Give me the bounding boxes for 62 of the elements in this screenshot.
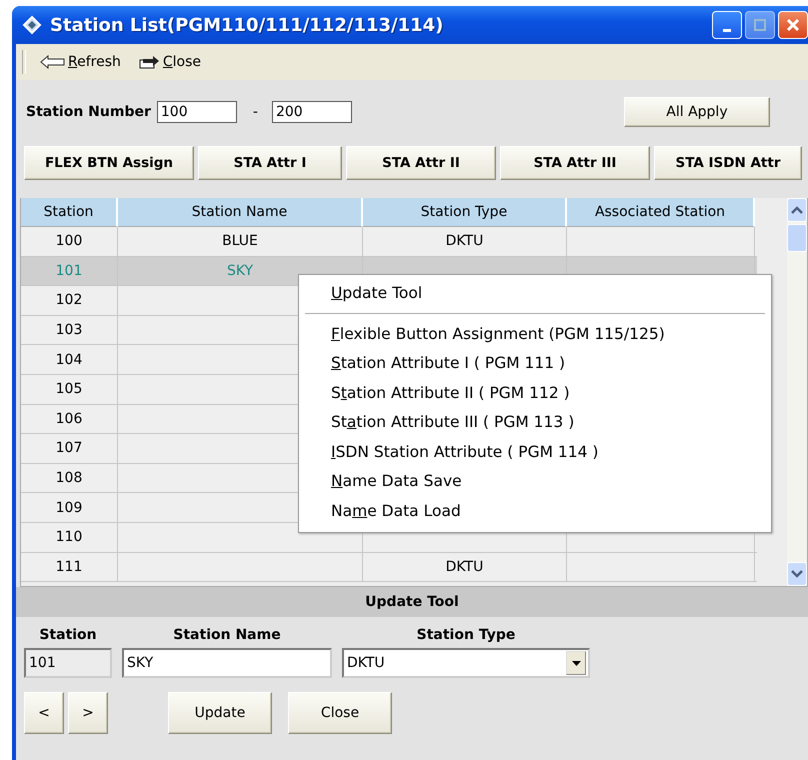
station-label: Station: [39, 627, 97, 643]
menu-item[interactable]: Station Attribute III ( PGM 113 ): [299, 408, 771, 438]
all-apply-button[interactable]: All Apply: [624, 97, 770, 127]
close-form-button[interactable]: Close: [288, 692, 392, 734]
table-cell: 106: [21, 404, 118, 434]
station-name-label: Station Name: [173, 627, 281, 643]
table-cell: 100: [21, 227, 118, 256]
station-name-field[interactable]: SKY: [122, 648, 332, 678]
close-icon: [787, 18, 799, 32]
table-row[interactable]: 100 BLUE DKTU: [21, 227, 757, 257]
close-tool-button[interactable]: Close: [134, 54, 206, 70]
table-cell: DKTU: [363, 227, 567, 256]
table-cell: 108: [21, 464, 118, 492]
program-button[interactable]: STA Attr II: [346, 146, 496, 180]
table-cell: 110: [21, 522, 118, 552]
vertical-scrollbar[interactable]: [787, 198, 807, 586]
menu-item[interactable]: Station Attribute I ( PGM 111 ): [299, 349, 771, 378]
exit-icon: [138, 55, 161, 69]
from-field[interactable]: 100: [156, 101, 237, 123]
column-header[interactable]: Station Name: [118, 198, 363, 227]
table-cell: 107: [21, 434, 118, 463]
table-cell: BLUE: [118, 227, 363, 256]
update-tool-header: Update Tool: [16, 587, 808, 617]
dropdown-arrow-icon: [572, 660, 580, 666]
table-cell: 101: [21, 256, 118, 286]
station-type-dropdown[interactable]: DKTU: [342, 648, 590, 678]
program-button[interactable]: FLEX BTN Assign: [24, 146, 194, 180]
menu-item[interactable]: ISDN Station Attribute ( PGM 114 ): [299, 438, 771, 467]
maximize-icon: [754, 19, 766, 31]
program-button[interactable]: STA Attr III: [500, 146, 650, 180]
minimize-button[interactable]: [712, 11, 742, 39]
diamond-icon: [22, 15, 42, 35]
table-cell: 105: [21, 374, 118, 404]
menu-item[interactable]: Station Attribute II ( PGM 112 ): [299, 378, 771, 408]
column-header[interactable]: Station: [21, 198, 118, 227]
menu-item[interactable]: Name Data Save: [299, 467, 771, 496]
station-type-label: Station Type: [416, 627, 516, 643]
window-title: Station List(PGM110/111/112/113/114): [50, 14, 444, 36]
previous-button[interactable]: <: [24, 692, 64, 734]
table-cell: 109: [21, 493, 118, 522]
table-cell: 104: [21, 345, 118, 374]
refresh-arrow-icon: [40, 55, 66, 69]
table-cell: 111: [21, 552, 118, 582]
close-button[interactable]: [778, 11, 808, 39]
scrollbar-thumb[interactable]: [787, 224, 807, 252]
column-header[interactable]: Station Type: [363, 198, 567, 227]
program-button[interactable]: STA ISDN Attr: [654, 146, 802, 180]
table-cell: 102: [21, 286, 118, 315]
station-field[interactable]: 101: [24, 648, 112, 678]
table-row[interactable]: 111 DKTU: [21, 552, 757, 582]
range-separator: -: [252, 104, 258, 120]
column-header[interactable]: Associated Station: [567, 198, 755, 227]
program-button[interactable]: STA Attr I: [198, 146, 342, 180]
refresh-tool-button[interactable]: Refresh: [36, 54, 125, 70]
table-cell: DKTU: [363, 552, 567, 582]
table-cell: 103: [21, 316, 118, 344]
next-button[interactable]: >: [68, 692, 108, 734]
minimize-icon: [723, 28, 731, 32]
menu-item[interactable]: Flexible Button Assignment (PGM 115/125): [299, 320, 771, 349]
station-number-label: Station Number: [26, 104, 151, 120]
to-field[interactable]: 200: [272, 101, 352, 123]
update-button[interactable]: Update: [168, 692, 272, 734]
